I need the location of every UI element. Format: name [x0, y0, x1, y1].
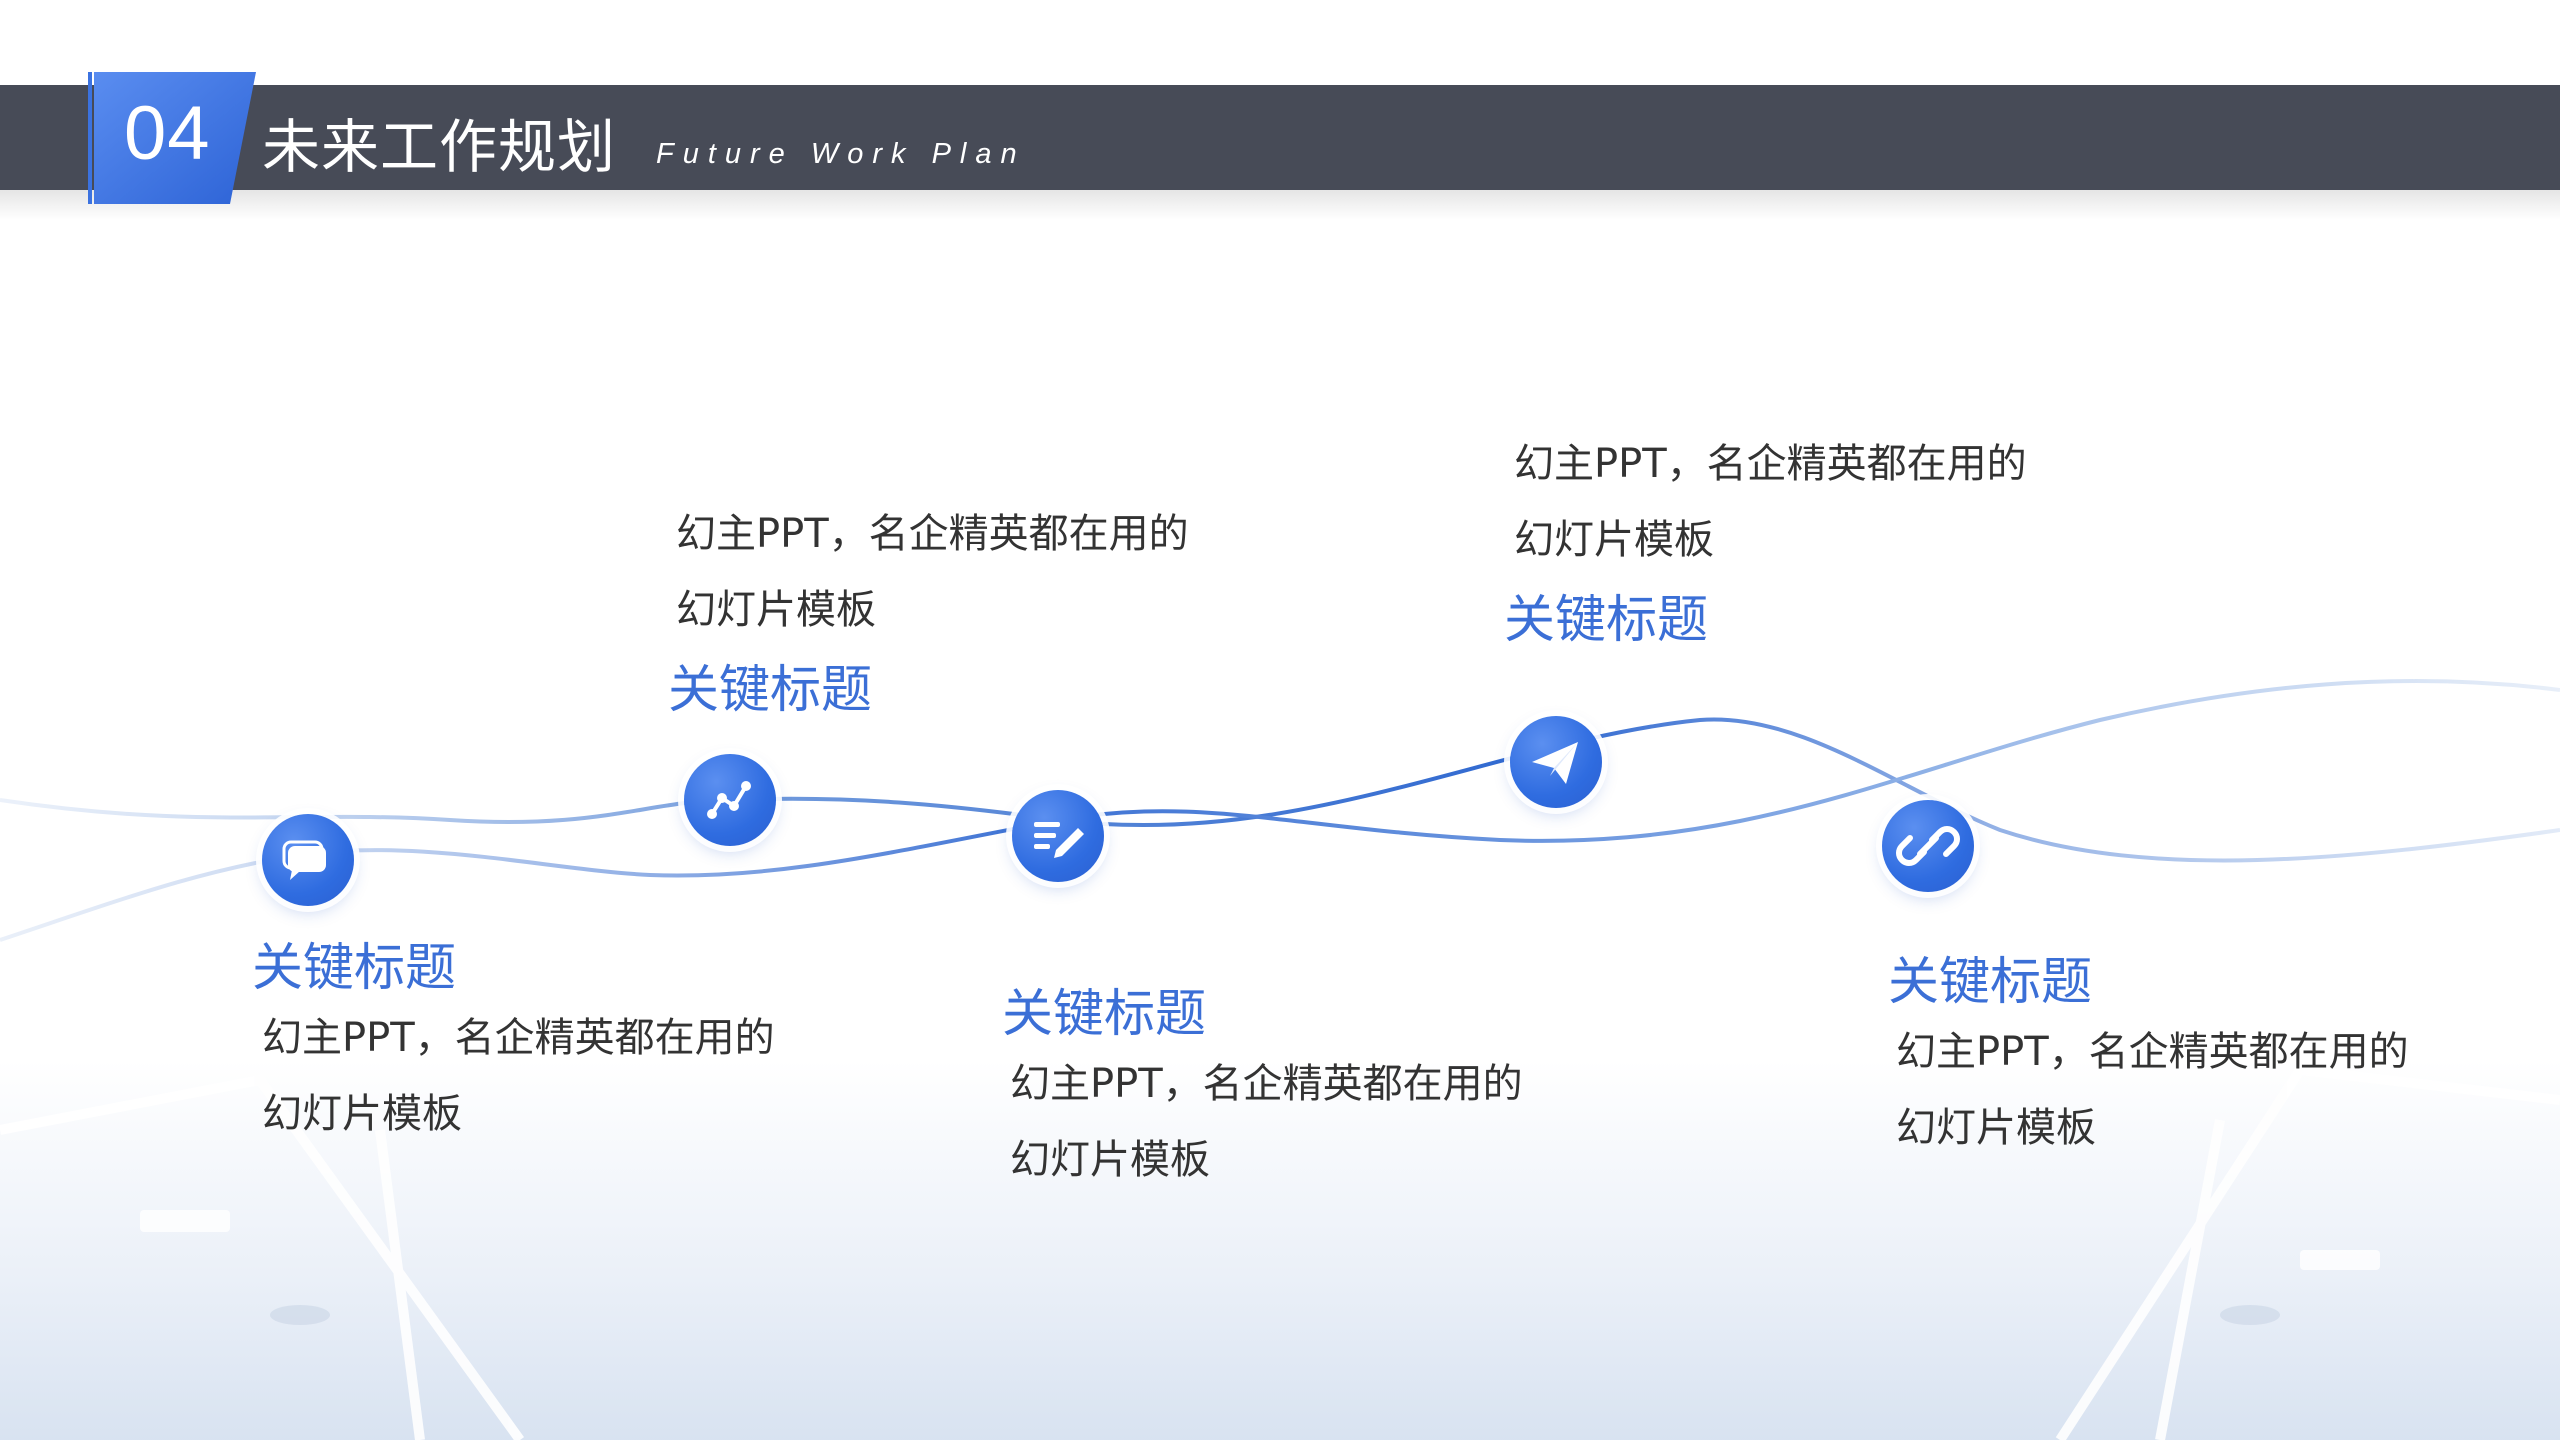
node-2-chart — [684, 754, 776, 846]
item-3-description: 幻主PPT，名企精英都在用的 幻灯片模板 — [1010, 1046, 1523, 1198]
link-icon — [1896, 826, 1960, 866]
node-5-link — [1882, 800, 1974, 892]
line-chart-icon — [707, 781, 751, 819]
item-3-heading: 关键标题 — [1002, 985, 1207, 1044]
item-2-line-1: 幻主PPT，名企精英都在用的 — [676, 511, 1189, 557]
item-5-line-1: 幻主PPT，名企精英都在用的 — [1896, 1029, 2409, 1075]
node-3-edit — [1012, 790, 1104, 882]
edit-list-icon — [1034, 822, 1084, 858]
item-3-line-1: 幻主PPT，名企精英都在用的 — [1010, 1061, 1523, 1107]
item-1-heading: 关键标题 — [252, 939, 457, 998]
node-4-plane — [1510, 716, 1602, 808]
chat-bubble-icon — [282, 840, 326, 880]
item-5-line-2: 幻灯片模板 — [1896, 1105, 2096, 1151]
item-1-description: 幻主PPT，名企精英都在用的 幻灯片模板 — [262, 1000, 775, 1152]
item-5-description: 幻主PPT，名企精英都在用的 幻灯片模板 — [1896, 1014, 2409, 1166]
item-1-line-2: 幻灯片模板 — [262, 1091, 462, 1137]
item-2-description: 幻主PPT，名企精英都在用的 幻灯片模板 — [676, 496, 1189, 648]
item-5-heading: 关键标题 — [1888, 953, 2093, 1012]
item-4-line-1: 幻主PPT，名企精英都在用的 — [1514, 441, 2027, 487]
item-4-line-2: 幻灯片模板 — [1514, 517, 1714, 563]
item-4-heading: 关键标题 — [1504, 591, 1709, 650]
item-4-description: 幻主PPT，名企精英都在用的 幻灯片模板 — [1514, 426, 2027, 578]
item-3-line-2: 幻灯片模板 — [1010, 1137, 1210, 1183]
node-1-chat — [262, 814, 354, 906]
item-2-heading: 关键标题 — [668, 661, 873, 720]
paper-plane-icon — [1532, 742, 1578, 784]
item-2-line-2: 幻灯片模板 — [676, 587, 876, 633]
item-1-line-1: 幻主PPT，名企精英都在用的 — [262, 1015, 775, 1061]
timeline-waves — [0, 679, 2560, 942]
